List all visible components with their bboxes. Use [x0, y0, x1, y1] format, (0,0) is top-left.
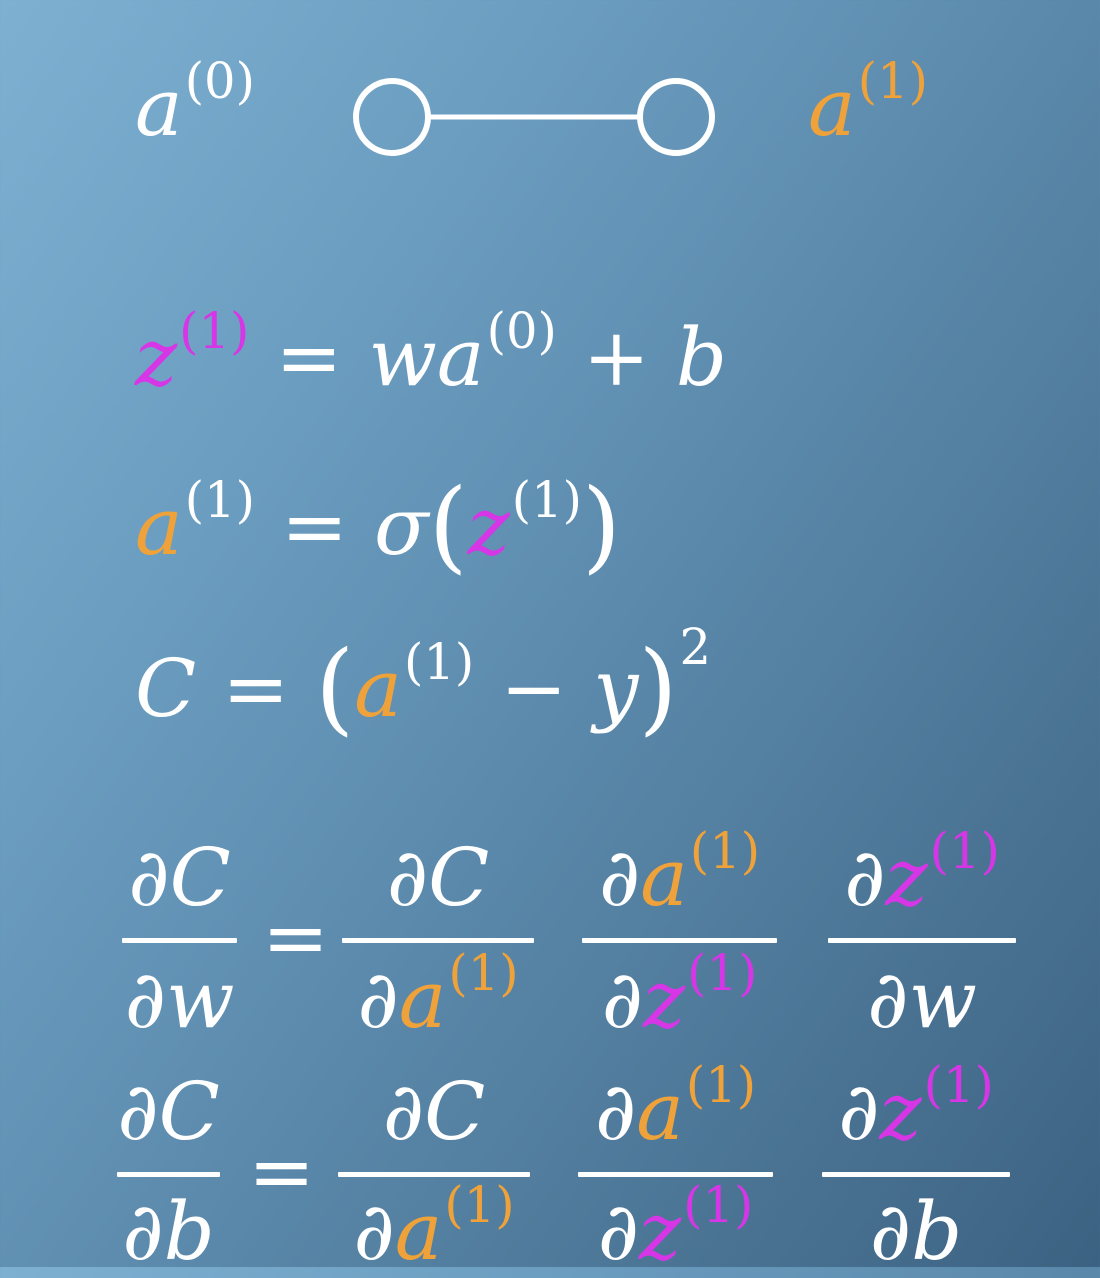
eq2-open-paren: (: [428, 467, 468, 584]
eq4-term2-denominator: ∂z(1): [601, 943, 758, 1046]
eq4-term1-numerator: ∂C: [386, 831, 490, 924]
eq1-a-sup: (0): [486, 301, 557, 360]
eq4-term3-bar: [828, 938, 1016, 943]
eq3-y: y: [593, 642, 639, 735]
label-a0-base: a: [135, 61, 183, 154]
eq2-z-sup: (1): [511, 470, 583, 529]
neuron-chain: [353, 78, 715, 156]
neuron-layer-1: [637, 78, 715, 156]
eq5-term2-numerator: ∂a(1): [594, 1055, 757, 1158]
equation-cost: C = (a(1) − y)2: [135, 622, 711, 737]
eq1-w: w: [368, 311, 437, 404]
eq1-b: b: [675, 311, 728, 404]
eq5-term3-bar: [822, 1172, 1010, 1177]
eq5-lhs-bar: [117, 1172, 220, 1177]
equation-activation: a(1) = σ(z(1)): [135, 470, 621, 575]
eq2-a-sup: (1): [184, 470, 255, 529]
eq3-a: a: [354, 642, 402, 735]
eq2-z: z: [467, 480, 510, 573]
eq5-equals: =: [248, 1125, 316, 1218]
eq1-equals: =: [275, 311, 343, 404]
eq5-lhs-numerator: ∂C: [117, 1065, 220, 1158]
label-a1-sup: (1): [857, 51, 928, 110]
eq5-term3-denominator: ∂b: [869, 1185, 963, 1278]
eq1-z-sup: (1): [179, 301, 250, 360]
eq3-open-paren: (: [315, 629, 355, 746]
eq1-plus: +: [582, 311, 650, 404]
eq4-lhs-bar: [122, 938, 237, 943]
eq1-a: a: [436, 311, 485, 404]
eq4-term3-numerator: ∂z(1): [844, 821, 1000, 924]
label-a1-base: a: [808, 61, 856, 154]
eq4-equals: =: [262, 891, 330, 984]
label-a0-sup: (0): [184, 51, 255, 110]
eq5-lhs-denominator: ∂b: [122, 1185, 215, 1278]
eq1-z: z: [135, 311, 178, 404]
eq4-term1-denominator: ∂a(1): [357, 943, 519, 1046]
eq3-power: 2: [679, 617, 712, 676]
eq3-close-paren: ): [638, 629, 678, 746]
eq4-term2-bar: [582, 938, 777, 943]
eq4-lhs-denominator: ∂w: [124, 953, 235, 1046]
eq5-term3-numerator: ∂z(1): [838, 1055, 994, 1158]
eq3-equals: =: [222, 642, 290, 735]
eq3-c: C: [135, 642, 197, 735]
eq4-term3-denominator: ∂w: [867, 953, 977, 1046]
neuron-layer-0: [353, 78, 431, 156]
eq2-close-paren: ): [582, 467, 622, 584]
eq2-equals: =: [280, 480, 348, 573]
label-a1: a(1): [808, 56, 928, 148]
eq4-term1-bar: [342, 938, 534, 943]
eq5-term1-denominator: ∂a(1): [353, 1175, 515, 1278]
eq2-sigma: σ: [373, 480, 429, 573]
eq5-term2-denominator: ∂z(1): [597, 1175, 754, 1278]
eq3-a-sup: (1): [403, 632, 475, 691]
eq5-term1-numerator: ∂C: [382, 1065, 486, 1158]
label-a0: a(0): [135, 56, 255, 148]
eq2-a: a: [135, 480, 183, 573]
equation-weighted-input: z(1) = wa(0) + b: [135, 306, 727, 398]
eq4-term2-numerator: ∂a(1): [598, 821, 761, 924]
eq4-lhs-numerator: ∂C: [128, 831, 231, 924]
eq3-minus: −: [500, 642, 568, 735]
